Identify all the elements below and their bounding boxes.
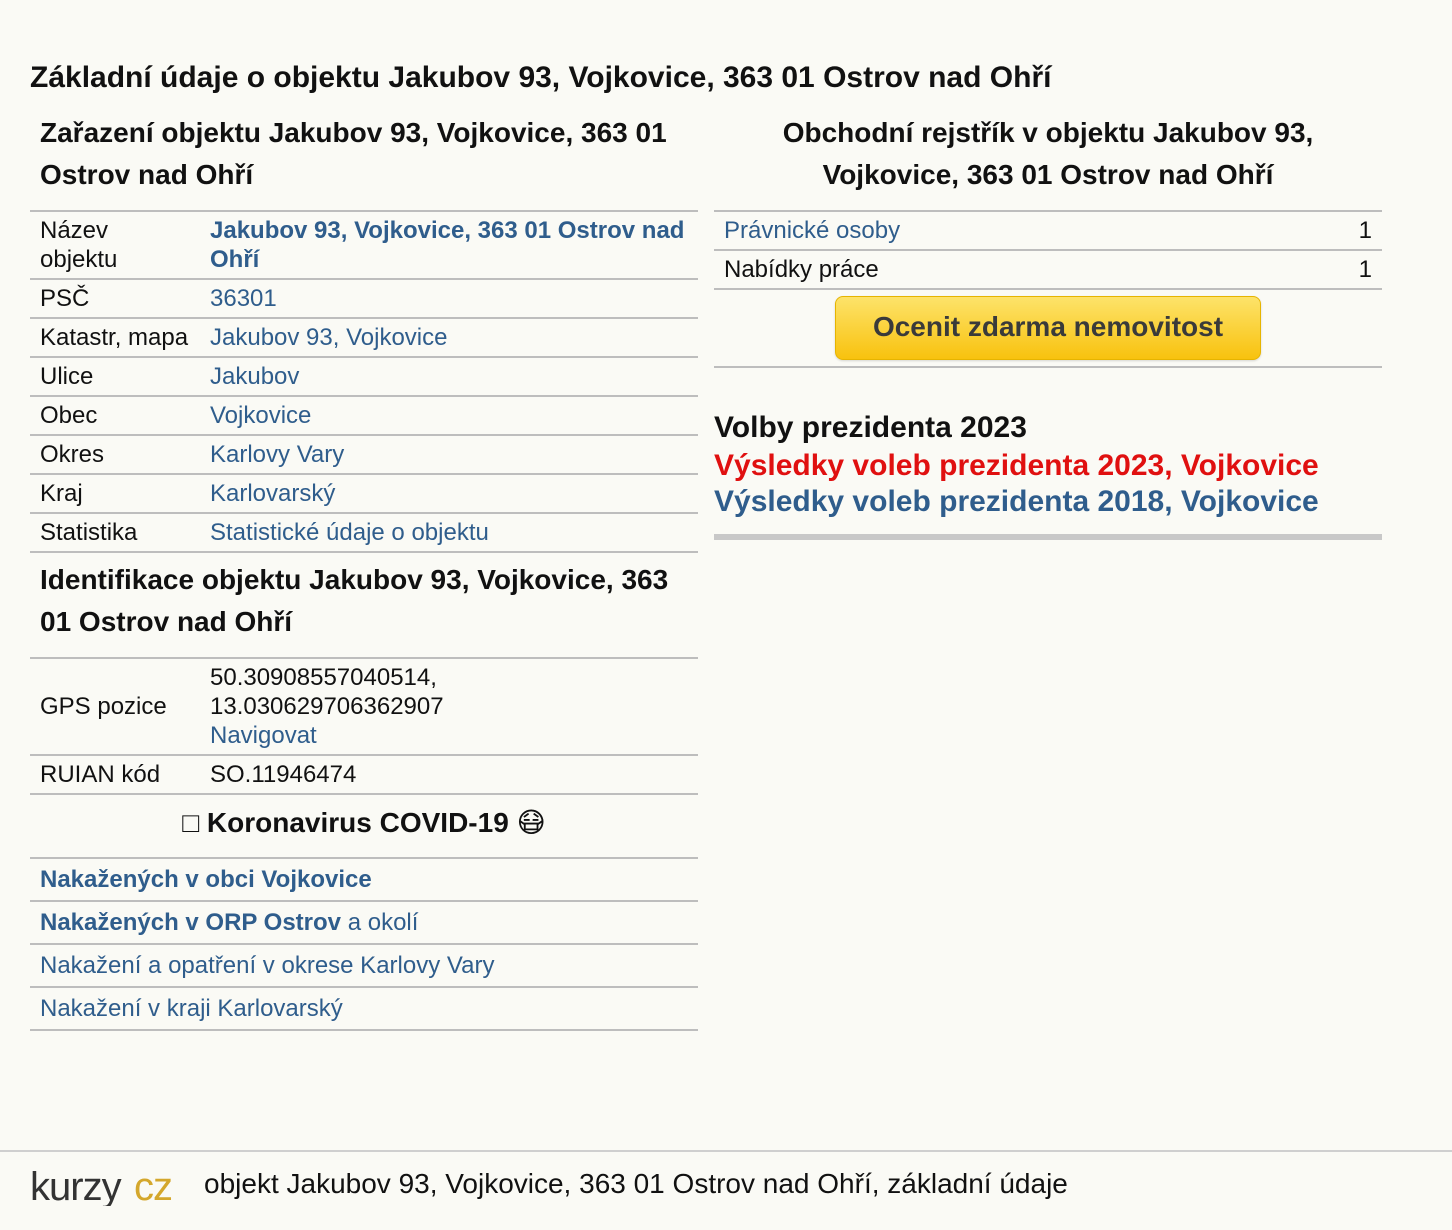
row-key: Katastr, mapa xyxy=(30,317,200,357)
table-row: Ulice Jakubov xyxy=(30,356,698,396)
row-key: Statistika xyxy=(30,512,200,553)
covid-district-link[interactable]: Nakažení a opatření v okrese Karlovy Var… xyxy=(40,952,494,979)
free-valuation-button[interactable]: Ocenit zdarma nemovitost xyxy=(835,296,1261,360)
logo-text: kurzy xyxy=(30,1166,122,1206)
covid-orp-link-bold: Nakažených v ORP Ostrov xyxy=(40,909,342,936)
logo-suffix: cz xyxy=(134,1166,172,1206)
row-key: Okres xyxy=(30,434,200,474)
table-row: RUIAN kód SO.11946474 xyxy=(30,754,698,795)
row-key: Kraj xyxy=(30,473,200,513)
covid-orp-link[interactable]: Nakažených v ORP Ostrov a okolí xyxy=(40,909,418,936)
table-row: Právnické osoby 1 xyxy=(714,210,1382,250)
legal-entities-link[interactable]: Právnické osoby xyxy=(724,217,900,244)
statistics-link[interactable]: Statistické údaje o objektu xyxy=(210,519,489,546)
covid-orp-link-rest: a okolí xyxy=(341,909,419,936)
covid-title: □ Koronavirus COVID-19 😷 xyxy=(30,795,698,857)
table-row: Statistika Statistické údaje o objektu xyxy=(30,512,698,553)
gps-label: GPS pozice xyxy=(30,657,200,755)
classification-table: Název objektu Jakubov 93, Vojkovice, 363… xyxy=(30,210,698,553)
row-key: Ulice xyxy=(30,356,200,396)
municipality-link[interactable]: Vojkovice xyxy=(210,402,311,429)
table-row: PSČ 36301 xyxy=(30,278,698,318)
job-offers-label: Nabídky práce xyxy=(714,249,1302,290)
street-link[interactable]: Jakubov xyxy=(210,363,299,390)
covid-municipality-link[interactable]: Nakažených v obci Vojkovice xyxy=(40,866,372,893)
list-item: Nakažení a opatření v okrese Karlovy Var… xyxy=(30,943,698,986)
gps-longitude: 13.030629706362907 xyxy=(210,693,444,720)
footer-text: objekt Jakubov 93, Vojkovice, 363 01 Ost… xyxy=(204,1168,1068,1199)
election-2023-link[interactable]: Výsledky voleb prezidenta 2023, Vojkovic… xyxy=(714,448,1382,484)
legal-entities-count: 1 xyxy=(1302,210,1382,250)
elections-section: Volby prezidenta 2023 Výsledky voleb pre… xyxy=(714,408,1382,540)
face-mask-icon: 😷 xyxy=(516,807,546,838)
navigate-link[interactable]: Navigovat xyxy=(210,722,317,749)
list-item: Nakažení v kraji Karlovarský xyxy=(30,986,698,1031)
kurzycz-logo[interactable]: kurzy cz xyxy=(30,1165,184,1211)
covid-region-link[interactable]: Nakažení v kraji Karlovarský xyxy=(40,995,343,1022)
identification-table: GPS pozice 50.30908557040514, 13.0306297… xyxy=(30,657,698,795)
registry-title: Obchodní rejstřík v objektu Jakubov 93, … xyxy=(782,117,1314,190)
district-link[interactable]: Karlovy Vary xyxy=(210,441,344,468)
classification-title: Zařazení objektu Jakubov 93, Vojkovice, … xyxy=(40,117,667,190)
row-key: Název objektu xyxy=(30,210,200,279)
table-row: Okres Karlovy Vary xyxy=(30,434,698,474)
ruian-label: RUIAN kód xyxy=(30,754,200,795)
right-column: Obchodní rejstřík v objektu Jakubov 93, … xyxy=(714,110,1382,540)
footer: kurzy cz objekt Jakubov 93, Vojkovice, 3… xyxy=(0,1150,1452,1230)
postal-code-link[interactable]: 36301 xyxy=(210,285,277,312)
placeholder-box-icon: □ xyxy=(182,807,200,838)
valuation-button-row: Ocenit zdarma nemovitost xyxy=(714,290,1382,368)
table-row: Obec Vojkovice xyxy=(30,395,698,435)
table-row: Název objektu Jakubov 93, Vojkovice, 363… xyxy=(30,210,698,279)
elections-title: Volby prezidenta 2023 xyxy=(714,411,1027,444)
election-2018-link[interactable]: Výsledky voleb prezidenta 2018, Vojkovic… xyxy=(714,484,1382,520)
kurzycz-logo-icon: kurzy cz xyxy=(30,1165,173,1209)
list-item: Nakažených v obci Vojkovice xyxy=(30,857,698,900)
covid-links: Nakažených v obci Vojkovice Nakažených v… xyxy=(30,857,698,1031)
registry-table: Právnické osoby 1 Nabídky práce 1 xyxy=(714,210,1382,290)
row-key: Obec xyxy=(30,395,200,435)
gps-latitude: 50.30908557040514, xyxy=(210,664,437,691)
page-title: Základní údaje o objektu Jakubov 93, Voj… xyxy=(30,61,1052,94)
table-row: GPS pozice 50.30908557040514, 13.0306297… xyxy=(30,657,698,755)
region-link[interactable]: Karlovarský xyxy=(210,480,335,507)
table-row: Kraj Karlovarský xyxy=(30,473,698,513)
covid-title-text: Koronavirus COVID-19 xyxy=(206,807,509,838)
table-row: Nabídky práce 1 xyxy=(714,249,1382,290)
identification-title: Identifikace objektu Jakubov 93, Vojkovi… xyxy=(40,564,669,637)
cadastre-map-link[interactable]: Jakubov 93, Vojkovice xyxy=(210,324,447,351)
left-column: Zařazení objektu Jakubov 93, Vojkovice, … xyxy=(30,110,698,1031)
job-offers-count: 1 xyxy=(1302,249,1382,290)
list-item: Nakažených v ORP Ostrov a okolí xyxy=(30,900,698,943)
table-row: Katastr, mapa Jakubov 93, Vojkovice xyxy=(30,317,698,357)
row-key: PSČ xyxy=(30,278,200,318)
object-name-link[interactable]: Jakubov 93, Vojkovice, 363 01 Ostrov nad… xyxy=(210,217,684,273)
ruian-value: SO.11946474 xyxy=(200,754,698,795)
